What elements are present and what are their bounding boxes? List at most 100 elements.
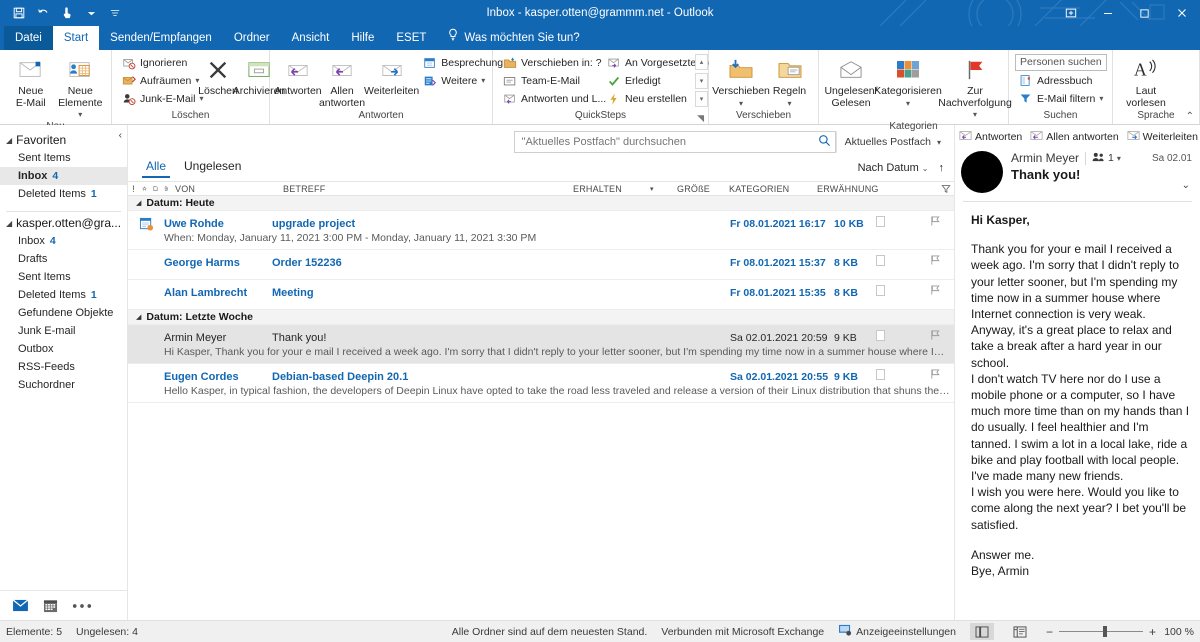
more-modules-icon[interactable] bbox=[72, 603, 92, 609]
column-von[interactable]: VON bbox=[172, 184, 280, 194]
flag-outline-icon[interactable] bbox=[920, 215, 950, 227]
quickstep-create-new[interactable]: Neu erstellen bbox=[603, 90, 693, 107]
display-settings-button[interactable]: Anzeigeeinstellungen bbox=[838, 624, 956, 639]
delete-button[interactable]: Löschen bbox=[200, 53, 236, 98]
message-category-cell[interactable] bbox=[874, 285, 920, 296]
flag-outline-icon[interactable] bbox=[920, 284, 950, 296]
quickstep-to-manager[interactable]: An Vorgesetzte(n) bbox=[603, 54, 693, 71]
zoom-slider-thumb[interactable] bbox=[1103, 626, 1107, 637]
column-groesse[interactable]: GRÖßE bbox=[674, 184, 726, 194]
avatar[interactable] bbox=[961, 151, 1003, 193]
minimize-icon[interactable] bbox=[1089, 0, 1126, 26]
reply-all-button[interactable]: Allenantworten bbox=[320, 53, 364, 109]
zoom-in-button[interactable]: + bbox=[1149, 625, 1156, 639]
sidebar-item-drafts[interactable]: Drafts bbox=[0, 250, 127, 268]
ribbon-collapse-icon[interactable]: ⌃ bbox=[1186, 111, 1194, 122]
tab-senden-empfangen[interactable]: Senden/Empfangen bbox=[99, 26, 223, 50]
message-category-cell[interactable] bbox=[874, 216, 920, 227]
table-row[interactable]: Uwe Rohde upgrade project Fr 08.01.2021 … bbox=[128, 211, 954, 250]
read-aloud-button[interactable]: A Lautvorlesen bbox=[1119, 53, 1173, 109]
maximize-icon[interactable] bbox=[1126, 0, 1163, 26]
move-button[interactable]: Verschieben▾ bbox=[715, 53, 767, 109]
column-filter-icon[interactable] bbox=[924, 184, 954, 194]
reading-reply-all-button[interactable]: Allen antworten bbox=[1030, 130, 1118, 144]
tab-hilfe[interactable]: Hilfe bbox=[340, 26, 385, 50]
tab-ansicht[interactable]: Ansicht bbox=[281, 26, 341, 50]
nav-section-account[interactable]: ◢ kasper.otten@gra... bbox=[0, 214, 127, 232]
date-group-header-heute[interactable]: ◢ Datum: Heute bbox=[128, 196, 954, 211]
flag-outline-icon[interactable] bbox=[920, 254, 950, 266]
window-controls[interactable] bbox=[1052, 0, 1200, 26]
chevron-down-icon[interactable]: ▾ bbox=[1117, 154, 1121, 163]
zoom-slider[interactable] bbox=[1059, 631, 1143, 632]
table-row[interactable]: Alan Lambrecht Meeting Fr 08.01.2021 15:… bbox=[128, 280, 954, 310]
cleanup-button[interactable]: Aufräumen ▾ bbox=[118, 72, 200, 89]
column-erhalten[interactable]: ERHALTEN ▾ bbox=[570, 184, 674, 194]
forward-button[interactable]: Weiterleiten bbox=[364, 53, 419, 98]
sidebar-item-fav-deleted-items[interactable]: Deleted Items 1 bbox=[0, 185, 127, 203]
search-scope-dropdown[interactable]: Aktuelles Postfach ▾ bbox=[836, 131, 948, 153]
new-items-button[interactable]: NeueElemente ▾ bbox=[56, 53, 106, 121]
more-reply-caret-icon[interactable]: ▾ bbox=[481, 76, 485, 85]
filter-email-button[interactable]: E-Mail filtern ▾ bbox=[1015, 90, 1107, 107]
reading-sender-name[interactable]: Armin Meyer bbox=[1011, 151, 1079, 165]
ribbon-tabs[interactable]: Datei Start Senden/Empfangen Ordner Ansi… bbox=[0, 26, 1200, 50]
quicksteps-scroll-up[interactable]: ▴ bbox=[695, 54, 708, 70]
search-icon[interactable] bbox=[818, 134, 831, 150]
category-box[interactable] bbox=[876, 330, 885, 341]
reminder-icon[interactable] bbox=[139, 184, 150, 193]
sidebar-item-deleted-items[interactable]: Deleted Items 1 bbox=[0, 286, 127, 304]
quicksteps-scroll[interactable]: ▴ ▾ ▾ bbox=[695, 53, 708, 107]
quicksteps-scroll-down[interactable]: ▾ bbox=[695, 73, 708, 89]
flag-outline-icon[interactable] bbox=[920, 329, 950, 341]
rules-caret-icon[interactable]: ▾ bbox=[787, 99, 791, 108]
qat-customize-icon[interactable] bbox=[104, 2, 126, 24]
document-icon[interactable] bbox=[150, 184, 161, 193]
nav-collapse-icon[interactable]: ‹ bbox=[119, 130, 122, 141]
people-search-input[interactable]: Personen suchen bbox=[1015, 54, 1107, 71]
zoom-control[interactable]: − + 100 % bbox=[1046, 625, 1194, 639]
reply-button[interactable]: Antworten bbox=[276, 53, 320, 98]
sidebar-item-sent-items[interactable]: Sent Items bbox=[0, 268, 127, 286]
category-box[interactable] bbox=[876, 216, 885, 227]
sidebar-item-fav-inbox[interactable]: Inbox 4 bbox=[0, 167, 127, 185]
message-category-cell[interactable] bbox=[874, 255, 920, 266]
filter-tab-alle[interactable]: Alle bbox=[142, 159, 170, 178]
sidebar-item-gefundene-objekte[interactable]: Gefundene Objekte bbox=[0, 304, 127, 322]
table-row[interactable]: George Harms Order 152236 Fr 08.01.2021 … bbox=[128, 250, 954, 280]
calendar-icon[interactable] bbox=[43, 599, 58, 613]
rules-button[interactable]: Regeln▾ bbox=[767, 53, 812, 109]
sidebar-item-fav-sent-items[interactable]: Sent Items bbox=[0, 149, 127, 167]
tab-ordner[interactable]: Ordner bbox=[223, 26, 281, 50]
view-reading-icon[interactable] bbox=[1008, 623, 1032, 640]
column-betreff[interactable]: BETREFF bbox=[280, 184, 570, 194]
column-headers[interactable]: ! VON BETREFF ERHALTEN ▾ GRÖßE KATEGORIE… bbox=[128, 181, 954, 196]
save-icon[interactable] bbox=[8, 2, 30, 24]
column-erwaehnung[interactable]: ERWÄHNUNG bbox=[814, 184, 924, 194]
followup-button[interactable]: ZurNachverfolgung ▾ bbox=[939, 53, 1011, 121]
quickstep-reply-delete[interactable]: Antworten und L... bbox=[499, 90, 603, 107]
message-category-cell[interactable] bbox=[874, 330, 920, 341]
column-importance[interactable]: ! bbox=[128, 184, 139, 194]
tab-datei[interactable]: Datei bbox=[4, 26, 53, 50]
ignore-button[interactable]: Ignorieren bbox=[118, 54, 200, 71]
ribbon-display-icon[interactable] bbox=[1052, 0, 1089, 26]
category-box[interactable] bbox=[876, 285, 885, 296]
filter-tab-ungelesen[interactable]: Ungelesen bbox=[180, 159, 245, 178]
categorize-button[interactable]: Kategorisieren▾ bbox=[877, 53, 939, 109]
column-kategorien[interactable]: KATEGORIEN bbox=[726, 184, 814, 194]
table-row[interactable]: Armin Meyer Thank you! Sa 02.01.2021 20:… bbox=[128, 325, 954, 364]
message-category-cell[interactable] bbox=[874, 369, 920, 380]
mail-icon[interactable] bbox=[12, 599, 29, 612]
search-input[interactable]: "Aktuelles Postfach" durchsuchen bbox=[514, 131, 836, 153]
tab-eset[interactable]: ESET bbox=[385, 26, 437, 50]
module-switcher[interactable] bbox=[0, 590, 127, 620]
sidebar-item-rss-feeds[interactable]: RSS-Feeds bbox=[0, 358, 127, 376]
sort-direction-icon[interactable]: ↑ bbox=[939, 162, 945, 174]
quicksteps-dialog-launcher-icon[interactable]: ◥ bbox=[697, 112, 704, 124]
quicksteps-gallery[interactable]: Verschieben in: ? Team-E-Mail Antworten … bbox=[499, 53, 708, 107]
undo-icon[interactable] bbox=[32, 2, 54, 24]
sidebar-item-suchordner[interactable]: Suchordner bbox=[0, 376, 127, 394]
new-items-caret-icon[interactable]: ▾ bbox=[78, 110, 82, 119]
category-box[interactable] bbox=[876, 369, 885, 380]
